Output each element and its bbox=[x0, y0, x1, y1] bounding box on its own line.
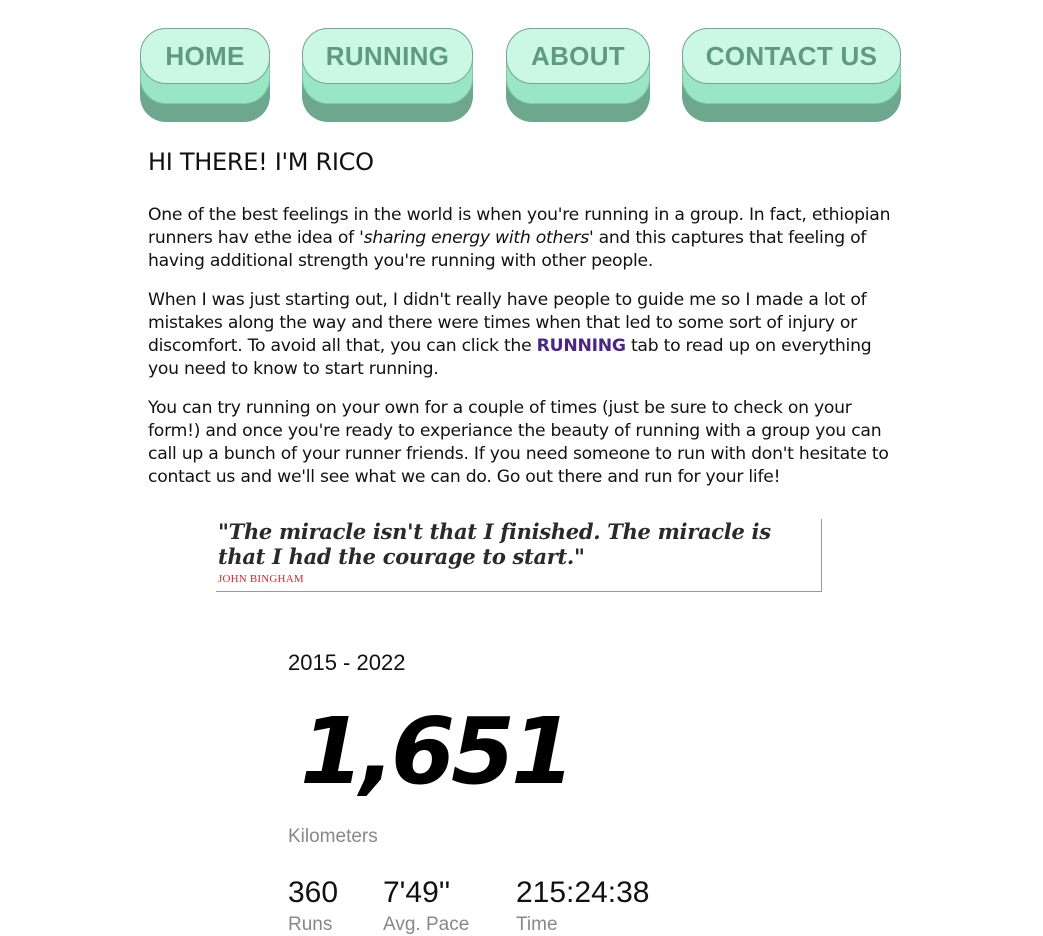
nav-button-face[interactable]: HOME bbox=[140, 28, 270, 84]
intro-paragraph-3: You can try running on your own for a co… bbox=[148, 398, 889, 487]
nav-button-face[interactable]: RUNNING bbox=[302, 28, 473, 84]
nav-home-button[interactable]: HOME bbox=[140, 28, 270, 122]
nav-about-button[interactable]: ABOUT bbox=[506, 28, 650, 122]
stats-distance-unit: Kilometers bbox=[288, 826, 378, 847]
stats-runs-value: 360 bbox=[288, 876, 339, 909]
stats-pace-value: 7'49'' bbox=[383, 876, 451, 909]
stats-time-value: 215:24:38 bbox=[516, 876, 650, 909]
stats-pace-label: Avg. Pace bbox=[383, 914, 470, 935]
stats-time-label: Time bbox=[516, 914, 558, 935]
nav-running-button[interactable]: RUNNING bbox=[302, 28, 473, 122]
intro-paragraph-1: One of the best feelings in the world is… bbox=[148, 204, 893, 273]
stats-distance: 1,651 bbox=[300, 698, 575, 805]
stats-years: 2015 - 2022 bbox=[288, 650, 406, 675]
stats-runs-label: Runs bbox=[288, 914, 333, 935]
paragraph-quote-emphasis: 'sharing energy with others' bbox=[359, 228, 594, 248]
nav-button-face[interactable]: ABOUT bbox=[506, 28, 650, 84]
intro-paragraph-2: When I was just starting out, I didn't r… bbox=[148, 289, 893, 381]
page-title: HI THERE! I'M RICO bbox=[148, 148, 374, 176]
quote-author: JOHN BINGHAM bbox=[218, 573, 304, 585]
quote-block: "The miracle isn't that I finished. The … bbox=[216, 519, 822, 592]
nav-contact-button[interactable]: CONTACT US bbox=[682, 28, 901, 122]
running-link[interactable]: RUNNING bbox=[537, 336, 626, 356]
quote-text: "The miracle isn't that I finished. The … bbox=[218, 519, 771, 569]
running-stats: 2015 - 2022 1,651 Kilometers 360 Runs 7'… bbox=[288, 640, 708, 935]
nav-button-face[interactable]: CONTACT US bbox=[682, 28, 901, 84]
